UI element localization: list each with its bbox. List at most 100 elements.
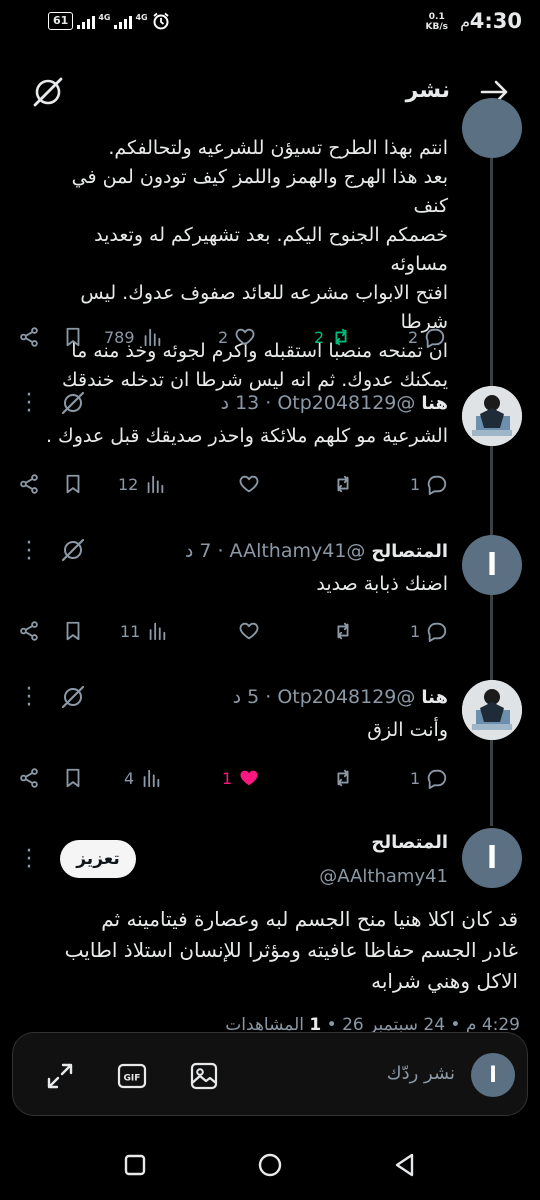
avatar: ا bbox=[471, 1053, 515, 1097]
share-button[interactable] bbox=[18, 767, 40, 789]
avatar-image bbox=[462, 386, 522, 446]
share-button[interactable] bbox=[18, 473, 40, 495]
timestamp: 7 د bbox=[184, 540, 212, 562]
views-button[interactable]: 11 bbox=[120, 620, 168, 642]
display-name[interactable]: هنا bbox=[421, 687, 448, 708]
display-name[interactable]: هنا bbox=[421, 393, 448, 414]
separator-dot: · bbox=[265, 686, 272, 708]
more-options-button[interactable]: · · · bbox=[24, 533, 34, 571]
grok-icon[interactable] bbox=[60, 390, 86, 416]
gif-icon[interactable]: GIF bbox=[117, 1061, 147, 1091]
views-icon bbox=[143, 769, 160, 788]
repost-icon bbox=[337, 475, 349, 493]
heart-filled-icon bbox=[240, 770, 258, 786]
battery-indicator: 61 bbox=[48, 12, 74, 30]
post-actions: 11 1 bbox=[0, 620, 540, 650]
repost-icon bbox=[335, 328, 347, 346]
repost-button[interactable] bbox=[332, 473, 354, 495]
post-meta: هنا @Otp2048129 · 5 د bbox=[233, 686, 448, 708]
timestamp: 5 د bbox=[232, 686, 260, 708]
separator-dot: · bbox=[265, 392, 272, 414]
reposts-count: 2 bbox=[314, 327, 325, 347]
share-icon bbox=[20, 327, 38, 347]
display-name[interactable]: المتصالح bbox=[371, 832, 448, 853]
heart-icon bbox=[239, 622, 259, 640]
expand-icon[interactable] bbox=[45, 1061, 75, 1091]
recent-apps-icon[interactable] bbox=[122, 1152, 148, 1178]
like-button[interactable]: 1 bbox=[222, 767, 260, 789]
more-options-button[interactable]: · · · bbox=[24, 841, 34, 879]
avatar[interactable] bbox=[462, 680, 522, 740]
views-icon bbox=[144, 328, 160, 347]
grok-icon[interactable] bbox=[60, 537, 86, 563]
bookmark-button[interactable] bbox=[62, 620, 84, 642]
views-button[interactable]: 12 bbox=[118, 473, 166, 495]
reply-icon bbox=[427, 769, 447, 789]
share-icon bbox=[20, 621, 38, 641]
avatar[interactable] bbox=[462, 386, 522, 446]
share-button[interactable] bbox=[18, 326, 40, 348]
reply-button[interactable]: 1 bbox=[410, 620, 448, 642]
gif-label: GIF bbox=[124, 1074, 141, 1084]
views-button[interactable]: 789 bbox=[104, 326, 163, 348]
handle[interactable]: @Otp2048129 bbox=[277, 686, 415, 708]
views-count: 12 bbox=[118, 474, 139, 494]
post-text: قد كان اكلا هنيا منح الجسم لبه وعصارة في… bbox=[64, 907, 518, 993]
back-icon[interactable] bbox=[392, 1152, 418, 1178]
share-button[interactable] bbox=[18, 620, 40, 642]
handle[interactable]: @AAlthamy41 bbox=[319, 866, 448, 887]
heart-icon bbox=[235, 328, 255, 346]
views-icon bbox=[150, 622, 166, 641]
bookmark-button[interactable] bbox=[62, 767, 84, 789]
avatar[interactable]: ا bbox=[462, 828, 522, 888]
share-icon bbox=[20, 768, 38, 788]
display-name[interactable]: المتصالح bbox=[371, 541, 448, 562]
reply-button[interactable]: 2 bbox=[408, 326, 446, 348]
repost-button[interactable] bbox=[332, 767, 354, 789]
post-text: اضنك ذبابة صديد bbox=[316, 573, 448, 595]
system-nav-bar bbox=[0, 1130, 540, 1200]
post-meta: المتصالح @AAlthamy41 · 7 د bbox=[185, 540, 448, 562]
alarm-icon bbox=[153, 12, 169, 30]
views-count: 11 bbox=[120, 621, 141, 641]
likes-count: 1 bbox=[222, 768, 233, 788]
post-text: الشرعية مو كلهم ملائكة واحذر صديقك قبل ع… bbox=[45, 425, 448, 447]
more-options-button[interactable]: · · · bbox=[24, 679, 34, 717]
bookmark-button[interactable] bbox=[62, 473, 84, 495]
like-button[interactable] bbox=[238, 473, 260, 495]
more-options-button[interactable]: · · · bbox=[24, 385, 34, 423]
replies-count: 1 bbox=[410, 474, 421, 494]
reply-composer[interactable]: ا نشر ردّك GIF bbox=[12, 1032, 528, 1116]
signal-icon-2: 4G bbox=[114, 13, 148, 29]
am-pm-label: م bbox=[460, 12, 470, 31]
image-icon[interactable] bbox=[189, 1061, 219, 1091]
reply-button[interactable]: 1 bbox=[410, 767, 448, 789]
likes-count: 2 bbox=[218, 327, 229, 347]
like-button[interactable] bbox=[238, 620, 260, 642]
status-bar: 61 4G 4G 0.1 KB/s م 4:30 bbox=[0, 0, 540, 44]
bookmark-button[interactable] bbox=[62, 326, 84, 348]
post-actions: 4 1 1 bbox=[0, 767, 540, 797]
handle[interactable]: @Otp2048129 bbox=[277, 392, 415, 414]
handle[interactable]: @AAlthamy41 bbox=[230, 540, 366, 562]
grok-icon[interactable] bbox=[60, 684, 86, 710]
home-icon[interactable] bbox=[257, 1152, 283, 1178]
page-title: نشر bbox=[405, 78, 450, 103]
grok-icon[interactable] bbox=[30, 74, 66, 110]
post-meta: هنا @Otp2048129 · 13 د bbox=[221, 392, 448, 414]
repost-button[interactable]: 2 bbox=[314, 326, 352, 348]
timestamp: 13 د bbox=[220, 392, 260, 414]
like-button[interactable]: 2 bbox=[218, 326, 256, 348]
reply-input[interactable]: نشر ردّك bbox=[387, 1063, 455, 1084]
avatar-partial bbox=[462, 98, 522, 158]
net-speed: 0.1 KB/s bbox=[425, 12, 448, 32]
repost-button[interactable] bbox=[332, 620, 354, 642]
avatar-image bbox=[462, 680, 522, 740]
reply-icon bbox=[427, 475, 447, 495]
replies-count: 1 bbox=[410, 768, 421, 788]
avatar[interactable]: ا bbox=[462, 535, 522, 595]
reply-button[interactable]: 1 bbox=[410, 473, 448, 495]
views-button[interactable]: 4 bbox=[124, 767, 162, 789]
boost-button[interactable]: تعزيز bbox=[60, 840, 136, 878]
clock: 4:30 bbox=[469, 9, 522, 33]
